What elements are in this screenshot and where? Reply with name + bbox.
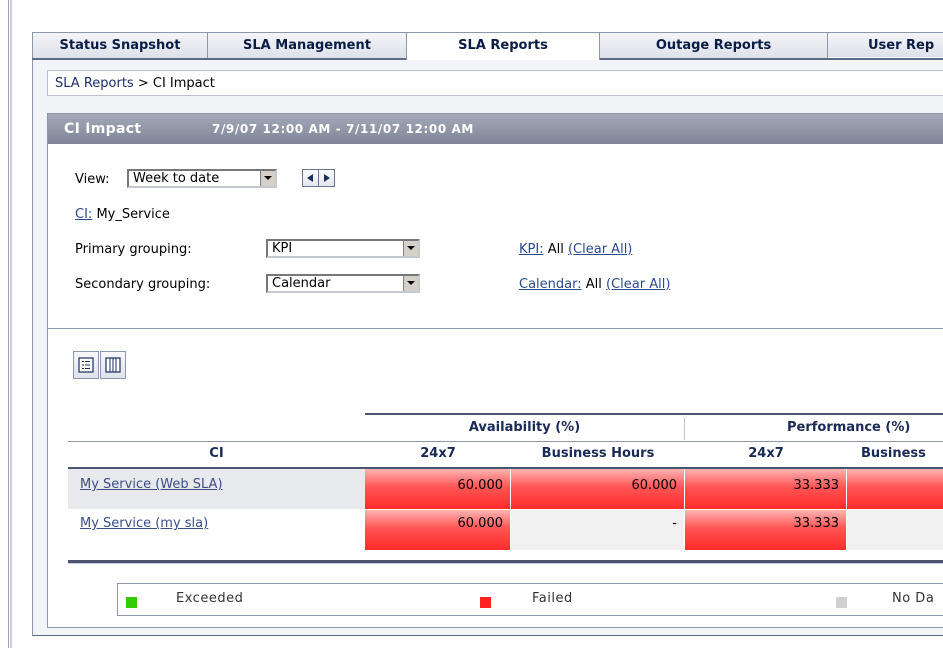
panel-date-range: 7/9/07 12:00 AM - 7/11/07 12:00 AM	[212, 122, 474, 136]
view-select[interactable]: Week to date	[127, 169, 277, 188]
breadcrumb-link-sla-reports[interactable]: SLA Reports	[55, 76, 134, 91]
kpi-filter: KPI: All (Clear All)	[519, 242, 632, 257]
prev-period-button[interactable]	[302, 169, 319, 187]
chevron-down-icon	[403, 241, 418, 256]
kpi-link[interactable]: KPI:	[519, 242, 544, 257]
secondary-grouping-label: Secondary grouping:	[75, 277, 211, 292]
view-select-value: Week to date	[133, 171, 220, 186]
ci-impact-panel: CI Impact 7/9/07 12:00 AM - 7/11/07 12:0…	[47, 113, 943, 628]
kpi-clear-all-link[interactable]: (Clear All)	[568, 242, 632, 257]
calendar-clear-all-link[interactable]: (Clear All)	[606, 277, 670, 292]
list-view-button[interactable]	[73, 351, 99, 379]
calendar-value: All	[585, 277, 602, 292]
ci-name-link[interactable]: My Service (Web SLA)	[80, 477, 223, 492]
calendar-link[interactable]: Calendar:	[519, 277, 582, 292]
tab-outage-reports[interactable]: Outage Reports	[599, 32, 828, 58]
ci-row: CI: My_Service	[75, 207, 170, 222]
panel-title: CI Impact	[64, 121, 142, 137]
tab-sla-reports[interactable]: SLA Reports	[406, 32, 600, 60]
view-label: View:	[75, 172, 110, 187]
column-view-icon	[105, 357, 121, 373]
breadcrumb-current: CI Impact	[152, 76, 215, 91]
panel-divider	[48, 328, 943, 329]
window-left-border	[8, 0, 9, 648]
ci-link[interactable]: CI:	[75, 207, 92, 222]
calendar-filter: Calendar: All (Clear All)	[519, 277, 670, 292]
column-view-button[interactable]	[100, 351, 126, 379]
ci-value: My_Service	[96, 207, 170, 222]
primary-grouping-value: KPI	[272, 241, 293, 256]
breadcrumb: SLA Reports > CI Impact	[47, 70, 943, 96]
breadcrumb-separator: >	[137, 76, 149, 91]
kpi-value: All	[547, 242, 564, 257]
table-row: My Service (Web SLA)	[68, 469, 365, 509]
prev-arrow-icon	[307, 174, 313, 182]
primary-grouping-select[interactable]: KPI	[266, 239, 420, 258]
tab-status-snapshot[interactable]: Status Snapshot	[32, 32, 208, 58]
chevron-down-icon	[403, 276, 418, 291]
window-left-border-shade	[10, 0, 12, 648]
next-period-button[interactable]	[318, 169, 335, 187]
next-arrow-icon	[324, 174, 330, 182]
panel-header: CI Impact 7/9/07 12:00 AM - 7/11/07 12:0…	[48, 114, 943, 144]
list-view-icon	[78, 357, 94, 373]
primary-grouping-label: Primary grouping:	[75, 242, 192, 257]
chevron-down-icon	[260, 171, 275, 186]
tab-sla-management[interactable]: SLA Management	[207, 32, 407, 58]
secondary-grouping-value: Calendar	[272, 276, 331, 291]
secondary-grouping-select[interactable]: Calendar	[266, 274, 420, 293]
tab-user-reports[interactable]: User Rep	[827, 32, 943, 57]
tab-bar: Status Snapshot SLA Management SLA Repor…	[32, 32, 943, 60]
table-row: My Service (my sla)	[68, 510, 365, 550]
ci-name-link[interactable]: My Service (my sla)	[80, 516, 208, 531]
